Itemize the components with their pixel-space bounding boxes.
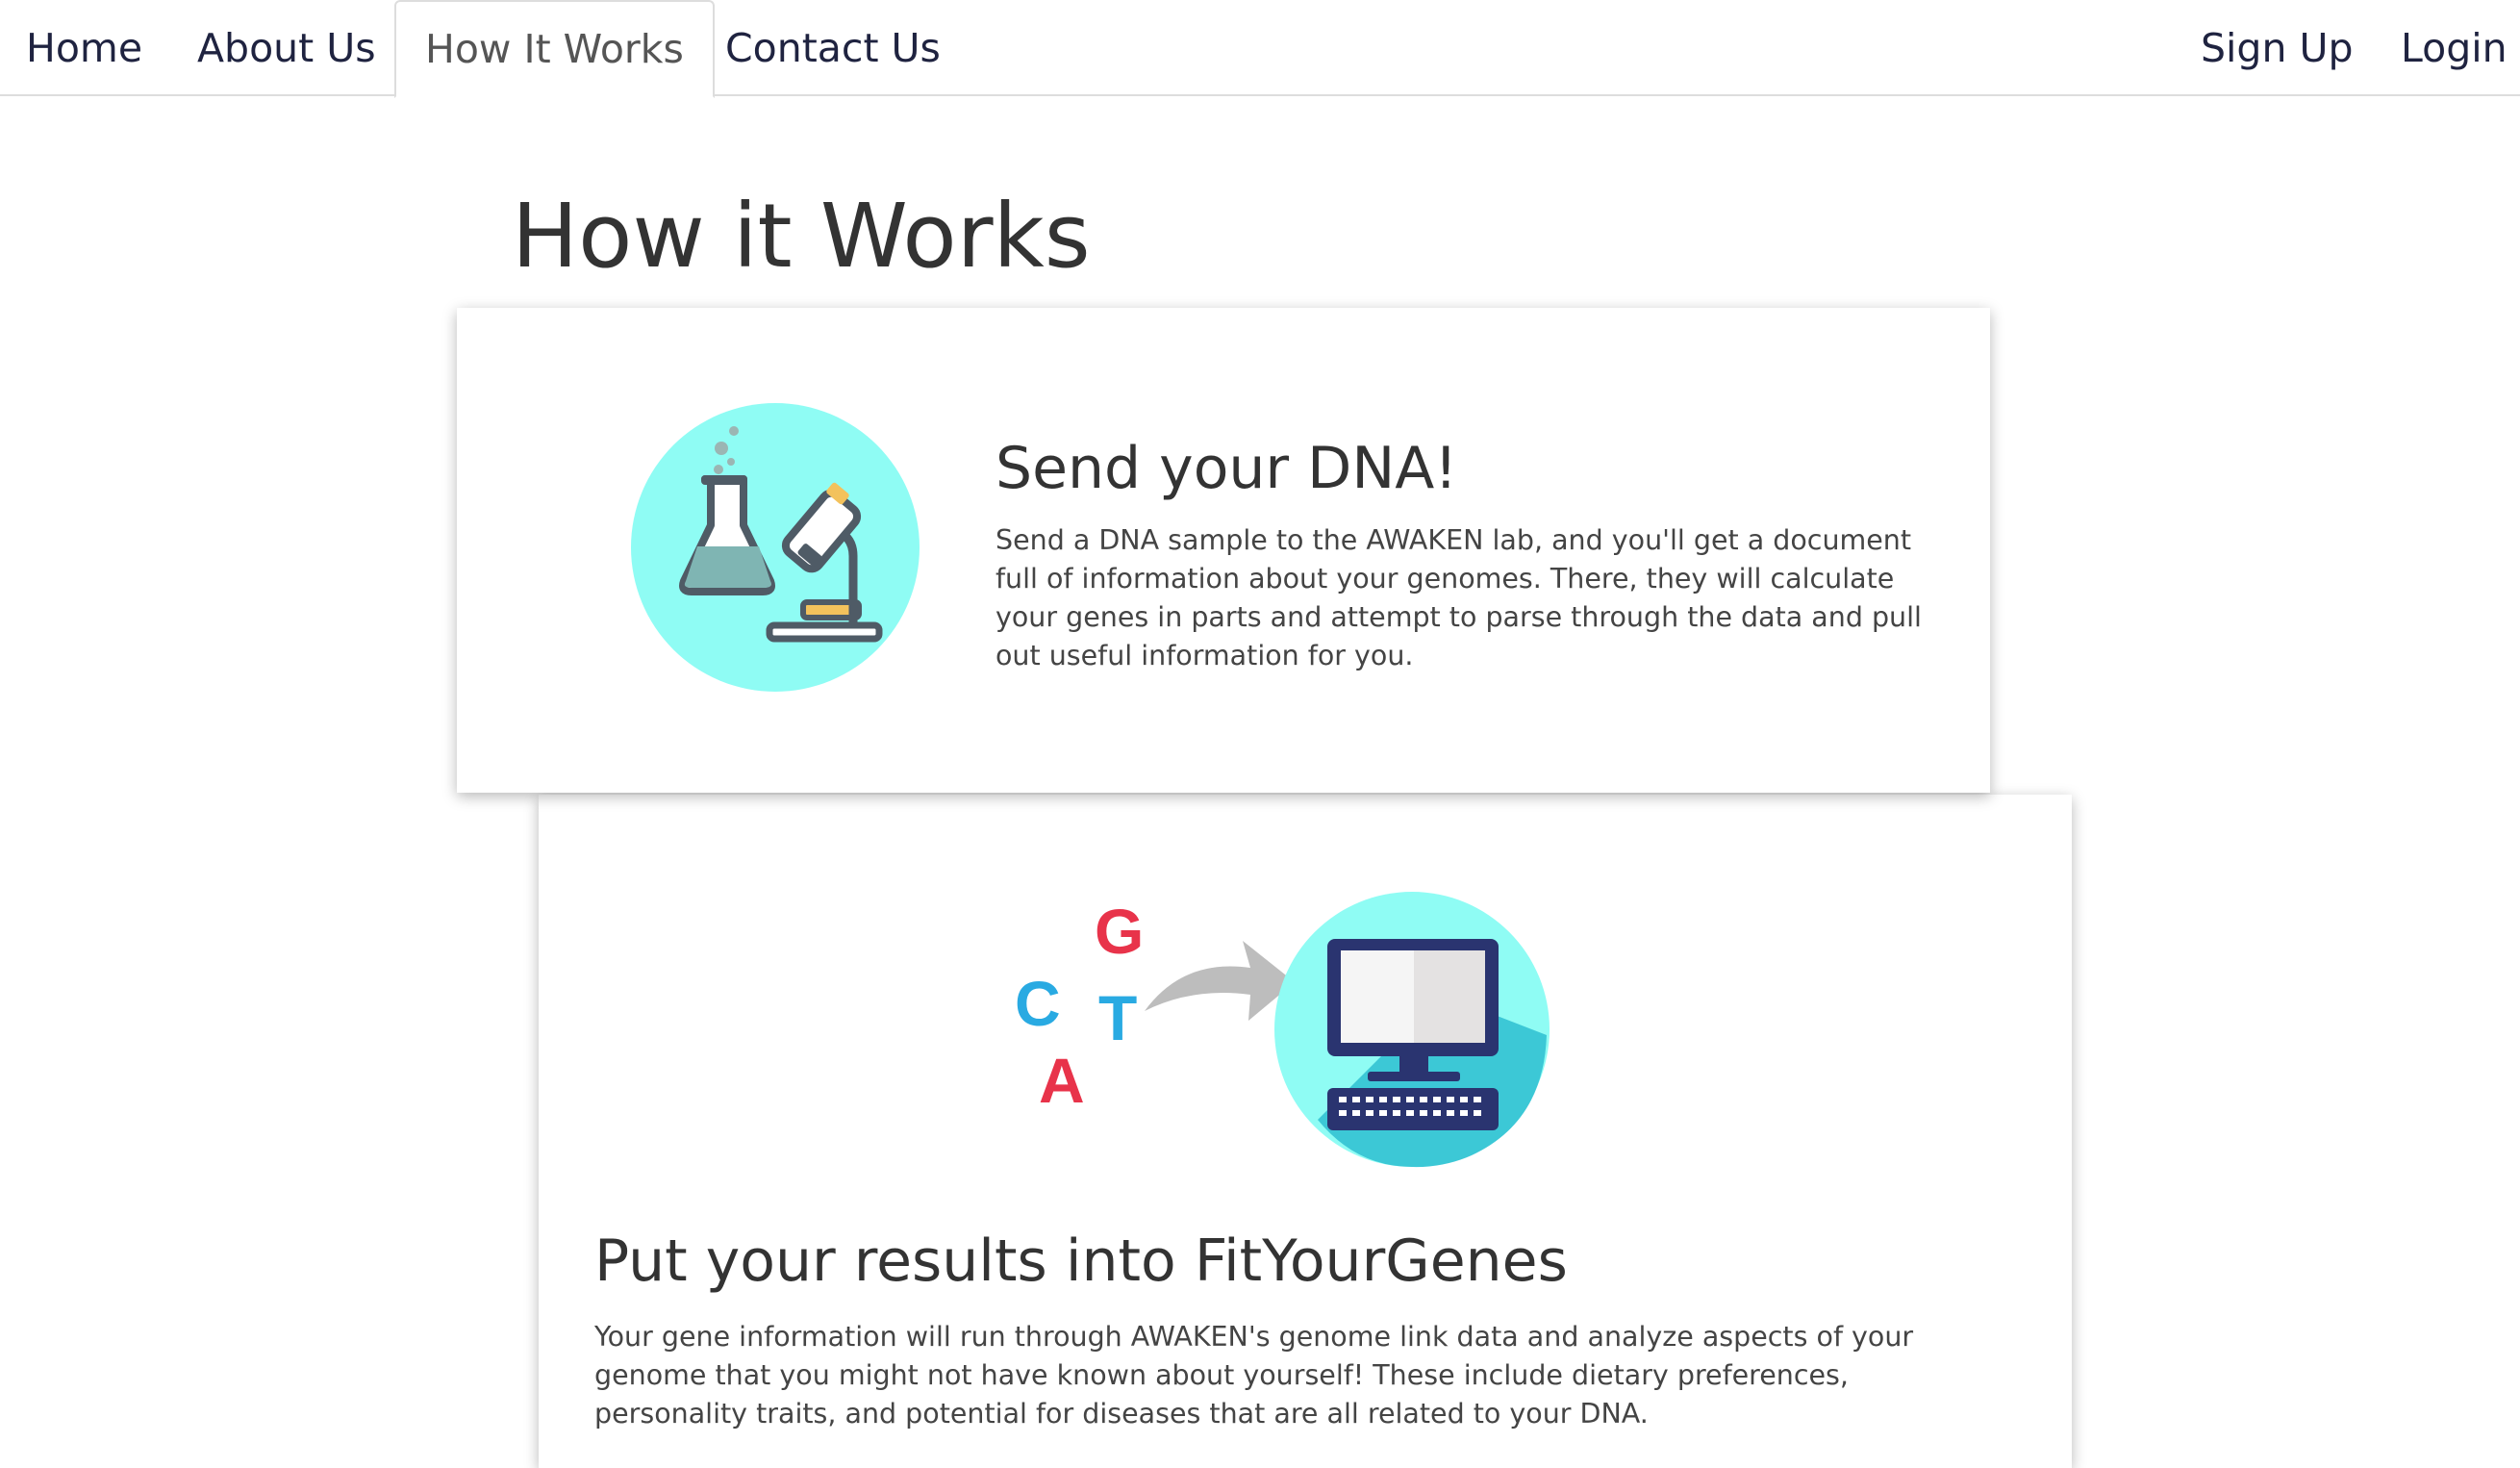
lab-flask-microscope-icon (631, 403, 920, 692)
svg-text:T: T (1098, 982, 1137, 1053)
step-title: Send your DNA! (995, 435, 1458, 502)
nav-login[interactable]: Login (2401, 0, 2507, 96)
step-description: Send a DNA sample to the AWAKEN lab, and… (995, 524, 1922, 671)
dna-to-computer-icon: G C T A (1015, 892, 1550, 1168)
top-navbar: Home About Us How It Works Contact Us Si… (0, 0, 2520, 98)
nav-home[interactable]: Home (26, 0, 142, 96)
nav-contact-us[interactable]: Contact Us (725, 0, 941, 96)
nav-how-it-works[interactable]: How It Works (394, 0, 715, 98)
nav-sign-up[interactable]: Sign Up (2201, 0, 2354, 96)
svg-text:G: G (1095, 896, 1144, 967)
svg-text:A: A (1039, 1045, 1085, 1116)
step-title: Put your results into FitYourGenes (594, 1228, 1568, 1295)
step-card-fityourgenes: G C T A Put your results into FitYourGen… (539, 795, 2072, 1468)
nav-about-us[interactable]: About Us (197, 0, 376, 96)
page-title: How it Works (512, 185, 1091, 288)
step-description: Your gene information will run through A… (594, 1321, 1914, 1430)
svg-text:C: C (1015, 968, 1061, 1039)
step-card-send-dna: Send your DNA! Send a DNA sample to the … (457, 308, 1990, 793)
